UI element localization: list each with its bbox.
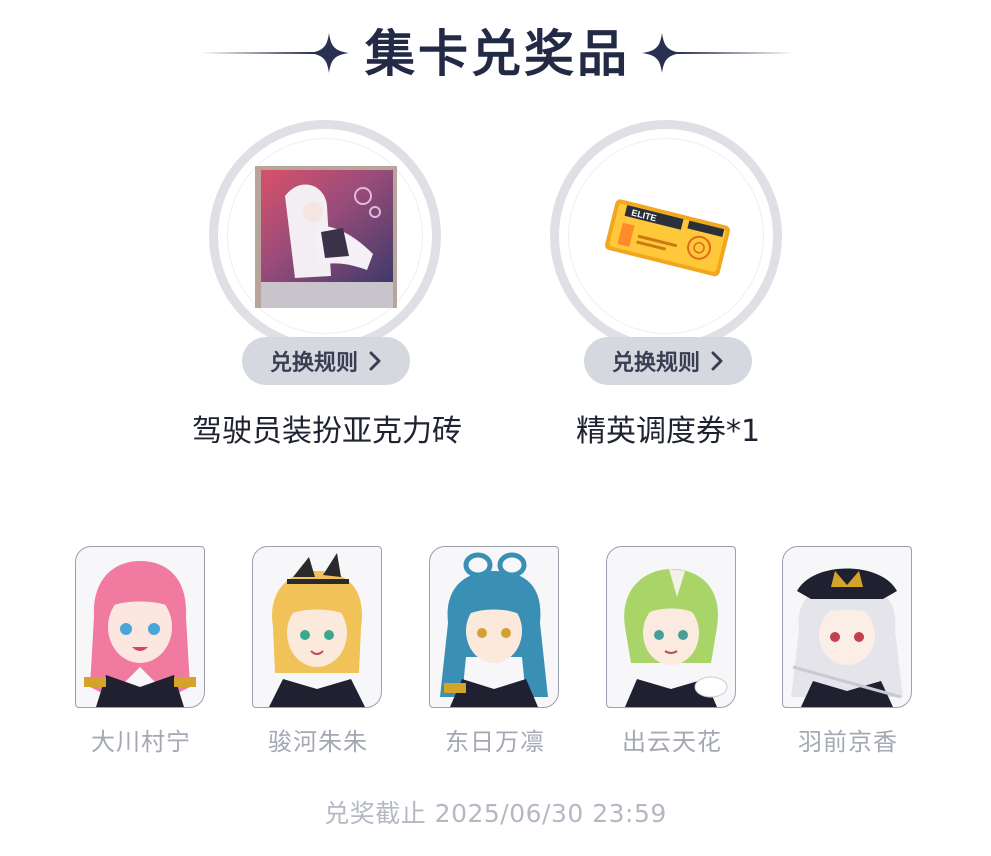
exchange-rules-button[interactable]: 兑换规则: [584, 337, 752, 385]
character-name: 羽前京香: [798, 728, 898, 756]
character-name: 大川村宁: [91, 728, 191, 756]
acrylic-brick-image: [255, 166, 397, 308]
character-portrait: [75, 546, 205, 708]
prize-name: 驾驶员装扮亚克力砖: [192, 414, 462, 449]
character-portrait: [782, 546, 912, 708]
prize-name: 精英调度券*1: [575, 414, 761, 449]
chevron-right-icon: [369, 351, 381, 371]
character-name: 骏河朱朱: [268, 728, 368, 756]
sparkle-icon: [309, 33, 349, 73]
character-card-yuqian[interactable]: 羽前京香: [782, 546, 914, 757]
page-title: 集卡兑奖品: [365, 25, 630, 83]
elite-ticket-image: ELITE: [598, 190, 738, 290]
character-card-chuyun[interactable]: 出云天花: [606, 546, 738, 757]
character-portrait: [606, 546, 736, 708]
prize-acrylic-brick: 兑换规则 驾驶员装扮亚克力砖: [192, 120, 462, 510]
character-portrait: [252, 546, 382, 708]
character-card-dongri[interactable]: 东日万凛: [429, 546, 561, 757]
exchange-rules-label: 兑换规则: [611, 350, 700, 375]
deadline-text: 兑奖截止 2025/06/30 23:59: [324, 799, 667, 828]
section-header: 集卡兑奖品: [0, 18, 991, 88]
exchange-rules-button[interactable]: 兑换规则: [242, 337, 410, 385]
header-line-right: [676, 52, 794, 54]
character-name: 东日万凛: [445, 728, 545, 756]
exchange-rules-label: 兑换规则: [269, 350, 358, 375]
character-name: 出云天花: [622, 728, 722, 756]
character-card-junhe[interactable]: 骏河朱朱: [252, 546, 384, 757]
character-portrait: [429, 546, 559, 708]
character-card-dachuan[interactable]: 大川村宁: [75, 546, 207, 757]
prize-elite-ticket: ELITE 兑换规则 精英调度券*1: [548, 120, 788, 510]
chevron-right-icon: [711, 351, 723, 371]
header-line-left: [200, 52, 315, 54]
